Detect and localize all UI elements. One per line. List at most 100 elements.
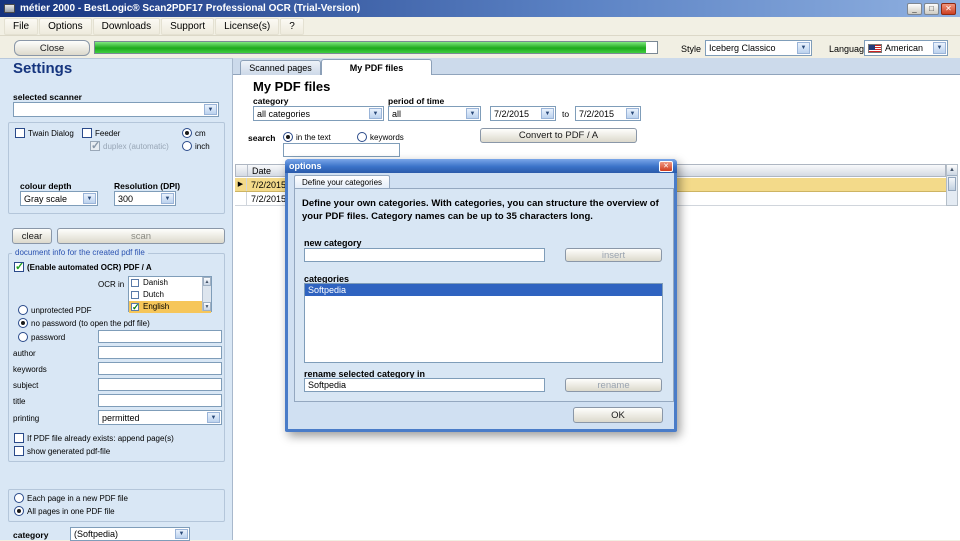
ocr-language-english[interactable]: English: [129, 301, 211, 313]
all-pages-radio[interactable]: [14, 506, 24, 516]
resolution-select[interactable]: 300 ▼: [114, 191, 176, 206]
english-checkbox[interactable]: [131, 301, 140, 313]
options-dialog-titlebar: options ✕: [285, 159, 677, 173]
filter-category-select[interactable]: all categories ▼: [253, 106, 384, 121]
ocr-language-dutch[interactable]: Dutch: [129, 289, 211, 301]
scanner-select[interactable]: ▼: [13, 102, 219, 117]
progress-bar-fill: [95, 42, 646, 53]
period-label: period of time: [388, 96, 445, 106]
title-field[interactable]: [98, 394, 222, 407]
category-label: category: [13, 530, 49, 540]
dutch-checkbox[interactable]: [131, 291, 139, 299]
inch-radio[interactable]: [182, 141, 192, 151]
category-select-value: (Softpedia): [74, 529, 119, 539]
danish-checkbox[interactable]: [131, 279, 139, 287]
search-keywords-radio[interactable]: [357, 132, 367, 142]
show-generated-checkbox[interactable]: [14, 446, 24, 456]
ocr-list-scrollbar[interactable]: ▲ ▼: [202, 277, 211, 311]
chevron-down-icon[interactable]: ▼: [175, 529, 188, 539]
colour-depth-select[interactable]: Gray scale ▼: [20, 191, 98, 206]
scan-button[interactable]: scan: [57, 228, 225, 244]
scroll-up-icon[interactable]: ▲: [947, 165, 957, 176]
date-to-picker[interactable]: 7/2/2015 ▼: [575, 106, 641, 121]
twain-dialog-label: Twain Dialog: [28, 129, 74, 138]
chevron-down-icon[interactable]: ▼: [369, 108, 382, 119]
rename-category-input[interactable]: [304, 378, 545, 392]
ok-button[interactable]: OK: [573, 407, 663, 423]
no-password-radio[interactable]: [18, 318, 28, 328]
feeder-label: Feeder: [95, 129, 121, 138]
to-label: to: [562, 109, 570, 119]
search-in-text-radio[interactable]: [283, 132, 293, 142]
language-select[interactable]: American ▼: [864, 40, 948, 56]
colour-depth-label: colour depth: [20, 181, 72, 191]
menu-file[interactable]: File: [4, 17, 39, 35]
chevron-down-icon[interactable]: ▼: [933, 42, 946, 54]
search-input[interactable]: [283, 143, 400, 157]
chevron-down-icon[interactable]: ▼: [626, 108, 639, 119]
password-label: password: [31, 333, 66, 342]
keywords-field[interactable]: [98, 362, 222, 375]
categories-listbox[interactable]: Softpedia: [304, 283, 663, 363]
tab-define-categories[interactable]: Define your categories: [294, 175, 390, 189]
ocr-enable-checkbox[interactable]: [14, 260, 24, 273]
table-header-selector: [236, 165, 248, 176]
chevron-down-icon[interactable]: ▼: [161, 193, 174, 204]
password-radio[interactable]: [18, 332, 28, 342]
chevron-down-icon[interactable]: ▼: [797, 42, 810, 54]
printing-select[interactable]: permitted ▼: [98, 410, 222, 425]
printing-value: permitted: [102, 412, 140, 423]
chevron-down-icon[interactable]: ▼: [207, 412, 220, 423]
scrollbar-thumb[interactable]: [948, 177, 956, 191]
password-field[interactable]: [98, 330, 222, 343]
tab-scanned-pages[interactable]: Scanned pages: [240, 60, 321, 75]
convert-to-pdfa-button[interactable]: Convert to PDF / A: [480, 128, 637, 143]
close-app-button[interactable]: Close: [14, 40, 90, 56]
clear-button[interactable]: clear: [12, 228, 52, 244]
minimize-button[interactable]: _: [907, 2, 922, 15]
subject-field[interactable]: [98, 378, 222, 391]
append-pages-checkbox[interactable]: [14, 433, 24, 443]
scroll-down-icon[interactable]: ▼: [203, 302, 211, 311]
dutch-label: Dutch: [143, 290, 164, 299]
chevron-down-icon[interactable]: ▼: [541, 108, 554, 119]
menu-help[interactable]: ?: [280, 17, 304, 35]
style-select[interactable]: Iceberg Classico ▼: [705, 40, 812, 56]
dialog-close-button[interactable]: ✕: [659, 160, 673, 172]
tab-my-pdf-files[interactable]: My PDF files: [321, 59, 432, 75]
menu-support[interactable]: Support: [161, 17, 215, 35]
each-page-radio[interactable]: [14, 493, 24, 503]
twain-dialog-checkbox[interactable]: [15, 128, 25, 138]
chevron-down-icon[interactable]: ▼: [204, 104, 217, 115]
rename-button[interactable]: rename: [565, 378, 662, 392]
cm-radio[interactable]: [182, 128, 192, 138]
table-scrollbar[interactable]: ▲: [946, 164, 958, 206]
scroll-up-icon[interactable]: ▲: [203, 277, 211, 286]
unprotected-pdf-radio[interactable]: [18, 305, 28, 315]
filter-category-value: all categories: [257, 108, 311, 119]
ocr-language-danish[interactable]: Danish: [129, 277, 211, 289]
chevron-down-icon[interactable]: ▼: [83, 193, 96, 204]
period-select[interactable]: all ▼: [388, 106, 481, 121]
close-window-button[interactable]: ✕: [941, 2, 956, 15]
style-label: Style: [681, 44, 702, 54]
insert-button[interactable]: insert: [565, 248, 662, 262]
author-field[interactable]: [98, 346, 222, 359]
ocr-language-list[interactable]: Danish Dutch English ▲▼: [128, 276, 212, 313]
feeder-checkbox[interactable]: [82, 128, 92, 138]
resolution-value: 300: [118, 193, 134, 204]
maximize-button[interactable]: □: [924, 2, 939, 15]
category-select[interactable]: (Softpedia) ▼: [70, 527, 190, 541]
categories-description: Define your own categories. With categor…: [302, 198, 659, 222]
no-password-label: no password (to open the pdf file): [31, 319, 150, 328]
menu-options[interactable]: Options: [39, 17, 92, 35]
date-from-picker[interactable]: 7/2/2015 ▼: [490, 106, 556, 121]
duplex-label: duplex (automatic): [103, 142, 169, 151]
new-category-input[interactable]: [304, 248, 545, 262]
menu-licenses[interactable]: License(s): [215, 17, 280, 35]
category-list-item[interactable]: Softpedia: [305, 284, 662, 296]
menu-downloads[interactable]: Downloads: [92, 17, 161, 35]
each-page-label: Each page in a new PDF file: [27, 494, 128, 503]
cm-label: cm: [195, 129, 206, 138]
chevron-down-icon[interactable]: ▼: [466, 108, 479, 119]
